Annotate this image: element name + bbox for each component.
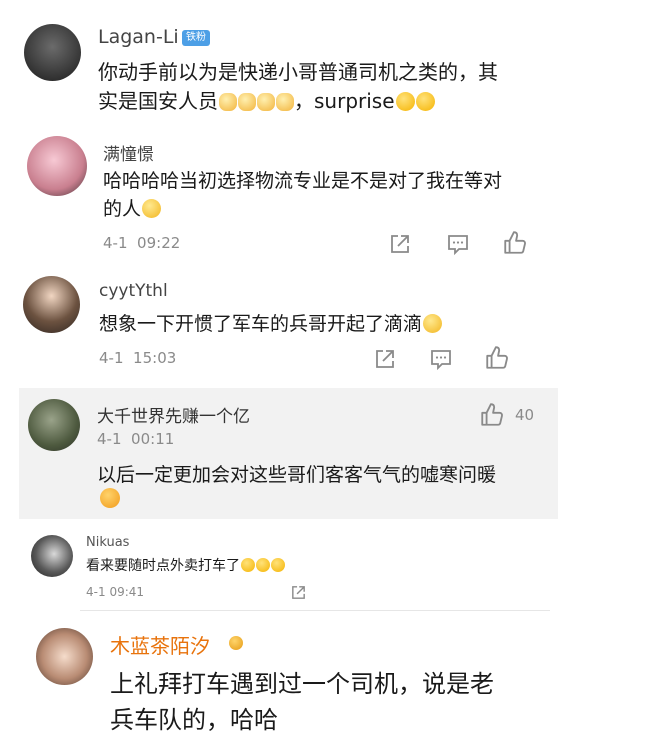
- smile-emoji-icon: [415, 92, 435, 111]
- comment-text-line-1: 哈哈哈哈当初选择物流专业是不是对了我在等对: [103, 170, 503, 192]
- avatar[interactable]: [36, 628, 93, 685]
- comment-date: 4-1: [86, 585, 106, 599]
- username[interactable]: cyytYthl: [99, 281, 168, 301]
- thinking-emoji-icon: [423, 314, 443, 333]
- comment-text-line-1: 看来要随时点外卖打车了: [86, 555, 285, 575]
- comment-text-line-1: 以后一定更加会对这些哥们客客气气的嘘寒问暖: [97, 464, 497, 486]
- crying-emoji-icon: [100, 488, 120, 508]
- smile-emoji-icon: [395, 92, 415, 111]
- divider: [80, 610, 550, 611]
- comment-text-line-2-b: ，surprise: [294, 89, 395, 113]
- avatar[interactable]: [23, 276, 80, 333]
- avatar[interactable]: [28, 399, 80, 451]
- cat-emoji-icon: [238, 93, 256, 111]
- share-icon[interactable]: [373, 347, 397, 371]
- avatar[interactable]: [24, 24, 81, 81]
- share-icon[interactable]: [290, 584, 307, 601]
- comment-date: 4-1: [99, 349, 124, 367]
- username[interactable]: 木蓝茶陌汐: [110, 630, 210, 659]
- avatar[interactable]: [31, 535, 73, 577]
- cat-emoji-icon: [219, 93, 237, 111]
- cat-emoji-icon: [276, 93, 294, 111]
- comment-text-line-1-a: 想象一下开惯了军车的兵哥开起了滴滴: [99, 313, 423, 335]
- avatar[interactable]: [27, 136, 87, 196]
- like-icon[interactable]: [484, 345, 510, 371]
- comment-text-line-2-a: 实是国安人员: [98, 89, 218, 113]
- comment-text-line-2: 兵车队的，哈哈: [110, 706, 278, 734]
- username[interactable]: Nikuas: [86, 535, 129, 550]
- comment-text-line-2-a: 的人: [103, 198, 142, 220]
- comment-text-line-1-a: 看来要随时点外卖打车了: [86, 558, 240, 574]
- comment-text-line-2: 实是国安人员 ，surprise: [98, 85, 435, 114]
- username[interactable]: Lagan-Li: [98, 26, 179, 48]
- cat-emoji-icon: [257, 93, 275, 111]
- vip-crown-icon: [229, 636, 243, 650]
- comment-icon[interactable]: [429, 347, 453, 371]
- username[interactable]: 大千世界先赚一个亿: [97, 402, 250, 427]
- comment-date: 4-1: [97, 430, 122, 448]
- comment-timestamp: 4-1 15:03: [99, 349, 176, 367]
- username[interactable]: 满憧憬: [103, 140, 154, 165]
- like-count: 40: [515, 406, 535, 424]
- comment-icon[interactable]: [446, 232, 470, 256]
- fan-badge: 铁粉: [182, 30, 210, 46]
- like-icon[interactable]: [502, 230, 528, 256]
- comment-time: 15:03: [133, 349, 177, 367]
- sweat-smile-emoji-icon: [271, 558, 285, 572]
- share-icon[interactable]: [388, 232, 412, 256]
- comment-daqianshijie: 大千世界先赚一个亿 40 4-1 00:11 以后一定更加会对这些哥们客客气气的…: [19, 388, 558, 519]
- comment-text-line-1: 想象一下开惯了军车的兵哥开起了滴滴: [99, 309, 443, 336]
- comment-text-line-1: 上礼拜打车遇到过一个司机，说是老: [110, 670, 494, 698]
- comment-time: 09:22: [137, 234, 181, 252]
- comment-text-line-2: 的人: [103, 194, 162, 221]
- sweat-smile-emoji-icon: [241, 558, 255, 572]
- thinking-emoji-icon: [142, 199, 162, 218]
- comment-text-line-1: 你动手前以为是快递小哥普通司机之类的，其: [98, 60, 498, 84]
- comment-timestamp: 4-1 09:22: [103, 234, 180, 252]
- comment-timestamp: 4-1 09:41: [86, 585, 144, 599]
- comment-time: 00:11: [131, 430, 175, 448]
- comment-timestamp: 4-1 00:11: [97, 430, 174, 448]
- comment-nikuas: Nikuas 看来要随时点外卖打车了 4-1 09:41: [0, 519, 667, 611]
- sweat-smile-emoji-icon: [256, 558, 270, 572]
- comment-date: 4-1: [103, 234, 128, 252]
- comment-time: 09:41: [109, 585, 145, 599]
- like-icon[interactable]: [479, 402, 505, 428]
